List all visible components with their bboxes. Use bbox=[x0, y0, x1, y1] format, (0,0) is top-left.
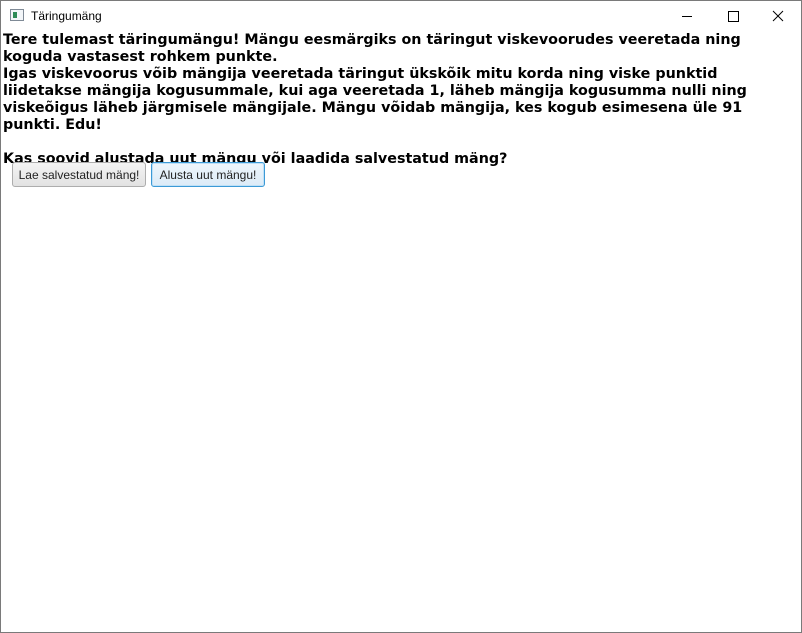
minimize-icon bbox=[682, 16, 692, 17]
close-button[interactable] bbox=[755, 1, 801, 31]
intro-rules-text: Igas viskevoorus võib mängija veeretada … bbox=[3, 66, 752, 133]
maximize-button[interactable] bbox=[710, 1, 756, 31]
app-icon bbox=[10, 9, 24, 21]
welcome-text: Tere tulemast täringumängu! Mängu eesmär… bbox=[3, 32, 799, 168]
title-bar[interactable]: Täringumäng bbox=[1, 1, 801, 31]
window-title: Täringumäng bbox=[31, 9, 102, 23]
minimize-button[interactable] bbox=[664, 1, 710, 31]
start-new-game-button[interactable]: Alusta uut mängu! bbox=[151, 162, 265, 187]
load-saved-game-button[interactable]: Lae salvestatud mäng! bbox=[12, 162, 146, 187]
intro-goal-text: Tere tulemast täringumängu! Mängu eesmär… bbox=[3, 32, 746, 65]
maximize-icon bbox=[728, 11, 739, 22]
app-window: Täringumäng Tere tulemast täringumängu! … bbox=[0, 0, 802, 633]
close-icon bbox=[772, 10, 784, 22]
